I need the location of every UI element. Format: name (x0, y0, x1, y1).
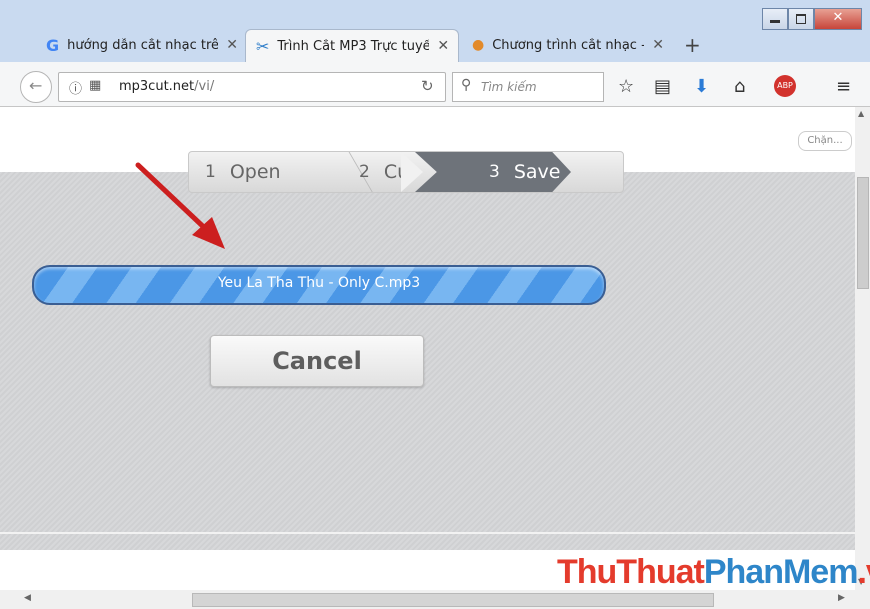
arrow-left-icon: ← (29, 76, 43, 95)
url-path: /vi/ (194, 79, 215, 94)
close-tab-icon[interactable]: ✕ (437, 38, 449, 54)
new-tab-button[interactable]: + (684, 33, 701, 57)
reading-list-icon[interactable]: ▤ (654, 76, 671, 97)
reload-icon[interactable]: ↻ (421, 77, 434, 95)
close-tab-icon[interactable]: ✕ (226, 37, 238, 53)
step-number: 3 (489, 162, 500, 182)
scissors-icon: ✂ (256, 36, 270, 56)
step-label: Save (513, 161, 561, 183)
bookmark-star-icon[interactable]: ☆ (618, 76, 634, 97)
info-icon: ⓘ (69, 82, 83, 97)
google-icon: G (46, 35, 60, 55)
vertical-scroll-thumb[interactable] (857, 177, 869, 289)
close-tab-icon[interactable]: ✕ (652, 37, 664, 53)
scroll-up-icon[interactable]: ▲ (858, 109, 864, 118)
scroll-left-icon[interactable]: ◀ (24, 593, 31, 603)
back-button[interactable]: ← (20, 71, 52, 103)
page-content: Chặn... 1 Open 2 Cut 3 Save Yeu La Tha T… (0, 107, 855, 590)
watermark-part3: .vn (857, 553, 870, 591)
upload-progress-bar: Yeu La Tha Thu - Only C.mp3 (32, 265, 606, 305)
blocked-content-label[interactable]: Chặn... (798, 131, 852, 151)
tab-label: Chương trình cắt nhạc - (492, 37, 645, 53)
url-host: mp3cut.net (119, 79, 195, 94)
step-indicator: 1 Open 2 Cut 3 Save (188, 151, 624, 193)
vertical-scrollbar[interactable]: ▲ ▼ (855, 107, 870, 590)
horizontal-scroll-thumb[interactable] (192, 593, 714, 607)
annotation-arrow (135, 162, 225, 249)
step-save[interactable]: 3 Save (489, 152, 560, 192)
maximize-button[interactable] (788, 8, 814, 30)
download-icon[interactable]: ⬇ (694, 76, 709, 97)
progress-filename: Yeu La Tha Thu - Only C.mp3 (217, 275, 421, 291)
adblock-icon[interactable]: ABP (774, 75, 796, 97)
scroll-right-icon[interactable]: ▶ (838, 593, 845, 603)
watermark-part1: ThuThuat (557, 553, 705, 591)
globe-icon: ● (472, 37, 485, 53)
search-glass-icon: ⚲ (461, 77, 472, 93)
navigation-bar: ← ⓘ ▦ mp3cut.net/vi/ ↻ ⚲ Tìm kiếm ☆ ▤ ⬇ … (0, 62, 870, 107)
menu-icon[interactable]: ≡ (836, 76, 851, 97)
tab-chuong-trinh[interactable]: ● Chương trình cắt nhạc - ✕ (466, 29, 674, 61)
tab-label: Trình Cắt MP3 Trực tuyế (277, 38, 430, 54)
page-icon: ▦ (89, 78, 102, 93)
tab-label: hướng dẫn cắt nhạc trên (67, 37, 219, 53)
address-bar[interactable]: ⓘ ▦ mp3cut.net/vi/ ↻ (58, 72, 446, 102)
browser-titlebar: G hướng dẫn cắt nhạc trên ✕ ✂ Trình Cắt … (0, 0, 870, 68)
watermark-logo: ThuThuatPhanMem.vn (557, 553, 870, 592)
step-number: 2 (359, 162, 370, 182)
horizontal-scrollbar[interactable]: ◀ ▶ (0, 590, 870, 609)
search-placeholder: Tìm kiếm (481, 80, 537, 94)
cancel-button[interactable]: Cancel (210, 335, 424, 387)
tab-mp3cut[interactable]: ✂ Trình Cắt MP3 Trực tuyế ✕ (245, 29, 459, 62)
panel-divider (0, 532, 855, 534)
tab-huong-dan[interactable]: G hướng dẫn cắt nhạc trên ✕ (40, 29, 238, 61)
step-active-background (401, 152, 423, 192)
minimize-button[interactable] (762, 8, 788, 30)
close-window-button[interactable]: ✕ (814, 8, 862, 30)
watermark-part2: PhanMem (703, 553, 859, 591)
mp3cut-panel (0, 172, 855, 550)
search-input[interactable]: ⚲ Tìm kiếm (452, 72, 604, 102)
home-icon[interactable]: ⌂ (734, 76, 745, 97)
